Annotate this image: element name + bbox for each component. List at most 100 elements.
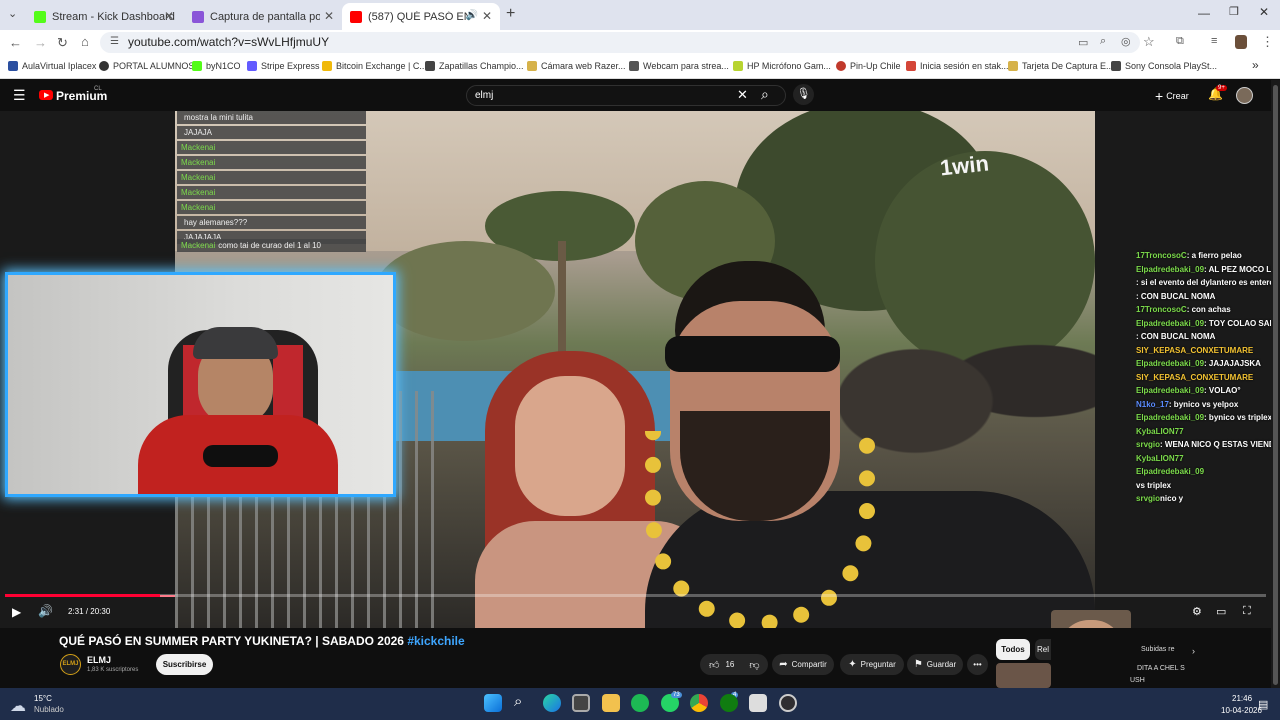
extensions-icon[interactable]: ⧉: [1176, 35, 1184, 48]
youtube-search-text[interactable]: elmj: [475, 90, 493, 101]
eye-off-icon[interactable]: ◎: [1121, 35, 1131, 48]
edge-icon[interactable]: [543, 694, 561, 712]
new-tab-button[interactable]: +: [506, 5, 515, 23]
media-controls-icon[interactable]: ≡: [1211, 35, 1217, 47]
reload-icon[interactable]: ↻: [57, 35, 68, 51]
file-explorer-icon[interactable]: [602, 694, 620, 712]
bookmark-item[interactable]: Cámara web Razer...: [527, 61, 626, 71]
fullscreen-icon[interactable]: ⛶: [1243, 605, 1251, 618]
close-tab-icon[interactable]: ✕: [482, 9, 492, 23]
miniplayer-icon[interactable]: ▭: [1216, 605, 1226, 618]
cast-icon[interactable]: ▭: [1078, 36, 1088, 49]
tab-youtube-active[interactable]: (587) QUÉ PASÓ EN SUMMER 🔊 ✕: [342, 3, 500, 30]
stream-chat-right: 17TroncosoC: a fierro pelao Elpadredebak…: [1136, 249, 1271, 628]
chat-message: Elpadredebaki_09: AL PEZ MOCO LE VAI DAR…: [1136, 263, 1271, 277]
chat-message: srvgio: WENA NICO Q ESTAS VIENDO: [1136, 438, 1271, 452]
bookmark-item[interactable]: Tarjeta De Captura E...: [1008, 61, 1114, 71]
search-icon[interactable]: ⌕: [761, 86, 769, 103]
video-title: QUÉ PASÓ EN SUMMER PARTY YUKINETA? | SAB…: [59, 634, 465, 648]
close-tab-icon[interactable]: ✕: [324, 9, 334, 23]
filter-chip-all[interactable]: Todos: [996, 639, 1030, 660]
voice-search-icon[interactable]: 🎙: [793, 84, 814, 105]
ask-label: Preguntar: [860, 660, 896, 669]
bookmark-item[interactable]: PORTAL ALUMNOS: [99, 61, 194, 71]
video-player[interactable]: 1win mostra la mini tulita JAJAJA Macken…: [0, 111, 1271, 628]
weather-cloud-icon[interactable]: ☁: [10, 696, 26, 716]
weather-temp[interactable]: 15°C: [34, 694, 52, 703]
bookmark-item[interactable]: Webcam para strea...: [629, 61, 729, 71]
minimize-icon[interactable]: —: [1198, 6, 1210, 20]
audio-playing-icon[interactable]: 🔊: [466, 10, 478, 21]
app-icon[interactable]: [749, 694, 767, 712]
scrollbar-thumb[interactable]: [1273, 85, 1278, 685]
channel-name[interactable]: ELMJ: [87, 655, 111, 665]
bookmark-item[interactable]: HP Micrófono Gam...: [733, 61, 831, 71]
weather-desc[interactable]: Nublado: [34, 705, 64, 714]
save-button[interactable]: ⚑ Guardar: [907, 654, 963, 675]
bookmark-label: Webcam para strea...: [643, 61, 729, 71]
chat-message: KybaLION77: [1136, 452, 1271, 466]
bookmark-star-icon[interactable]: ☆: [1143, 34, 1155, 50]
close-tab-icon[interactable]: ✕: [164, 9, 174, 23]
related-title-text: DITA A CHEL S: [1137, 665, 1185, 672]
ask-button[interactable]: ✦ Preguntar: [840, 654, 904, 675]
menu-dots-icon[interactable]: ⋮: [1261, 34, 1274, 50]
related-title-text: USH: [1130, 677, 1145, 684]
create-button[interactable]: + Crear: [1155, 88, 1189, 104]
close-window-icon[interactable]: ✕: [1259, 5, 1269, 19]
restore-icon[interactable]: ❐: [1229, 5, 1239, 18]
bookmark-item[interactable]: byN1CO: [192, 61, 241, 71]
xbox-icon[interactable]: [720, 694, 738, 712]
related-video-thumbnail[interactable]: [996, 663, 1051, 688]
chat-text: hay alemanes???: [184, 218, 248, 227]
chrome-icon[interactable]: [690, 694, 708, 712]
tab-kick-dashboard[interactable]: Stream - Kick Dashboard ✕: [26, 3, 182, 30]
site-info-icon[interactable]: ☰: [110, 36, 119, 47]
bookmark-item[interactable]: Pin-Up Chile: [836, 61, 901, 71]
home-icon[interactable]: ⌂: [81, 34, 89, 49]
dislike-icon[interactable]: 👎︎: [749, 659, 759, 671]
bookmark-item[interactable]: AulaVirtual Iplacex: [8, 61, 96, 71]
bookmark-item[interactable]: Sony Consola PlaySt...: [1111, 61, 1217, 71]
forward-icon[interactable]: →: [34, 35, 47, 50]
zoom-icon[interactable]: ⌕: [1100, 35, 1106, 48]
bookmark-favicon-icon: [8, 61, 18, 71]
hamburger-menu-icon[interactable]: ☰: [13, 87, 26, 104]
chat-username: KybaLION77: [1136, 453, 1184, 463]
notification-center-icon[interactable]: ▤: [1258, 698, 1268, 711]
bookmark-item[interactable]: Bitcoin Exchange | C...: [322, 61, 427, 71]
progress-bar[interactable]: [5, 594, 1266, 597]
volume-icon[interactable]: 🔊: [38, 604, 53, 618]
play-icon[interactable]: ▶: [12, 605, 21, 619]
tab-lightshot[interactable]: Captura de pantalla por Lightshot ✕: [184, 3, 342, 30]
clock-date[interactable]: 10-04-2026: [1221, 706, 1262, 715]
account-avatar[interactable]: [1236, 87, 1253, 104]
share-button[interactable]: ➦ Compartir: [772, 654, 834, 675]
chevron-right-icon[interactable]: ›: [1192, 646, 1195, 656]
channel-avatar[interactable]: ELMJ: [60, 654, 81, 675]
bookmark-favicon-icon: [1008, 61, 1018, 71]
like-button[interactable]: 👍︎ 16 👎︎: [700, 654, 768, 675]
back-icon[interactable]: ←: [9, 35, 22, 50]
search-taskbar-icon[interactable]: ⌕: [514, 693, 522, 710]
chat-message: : CON BUCAL NOMA: [1136, 330, 1271, 344]
clear-search-icon[interactable]: ✕: [737, 87, 748, 103]
bookmark-item[interactable]: Inicia sesión en stak...: [906, 61, 1009, 71]
subscribe-button[interactable]: Suscribirse: [156, 654, 213, 675]
spotify-icon[interactable]: [631, 694, 649, 712]
hashtag-link[interactable]: #kickchile: [407, 634, 464, 648]
bookmarks-overflow-button[interactable]: »: [1252, 58, 1259, 72]
clock-time[interactable]: 21:46: [1232, 694, 1252, 703]
obs-icon[interactable]: [779, 694, 797, 712]
chat-username: Mackenai: [181, 241, 216, 250]
settings-gear-icon[interactable]: ⚙: [1192, 605, 1202, 618]
bookmark-item[interactable]: Stripe Express: [247, 61, 320, 71]
more-actions-button[interactable]: •••: [967, 654, 988, 675]
windows-start-icon[interactable]: [484, 694, 502, 712]
tab-search-icon[interactable]: ⌄: [8, 7, 17, 20]
profile-avatar[interactable]: [1235, 35, 1247, 49]
filter-chip-related[interactable]: Rel: [1035, 639, 1051, 660]
bookmark-item[interactable]: Zapatillas Champio...: [425, 61, 524, 71]
url-text[interactable]: youtube.com/watch?v=sWvLHfjmuUY: [128, 35, 329, 49]
store-icon[interactable]: [572, 694, 590, 712]
